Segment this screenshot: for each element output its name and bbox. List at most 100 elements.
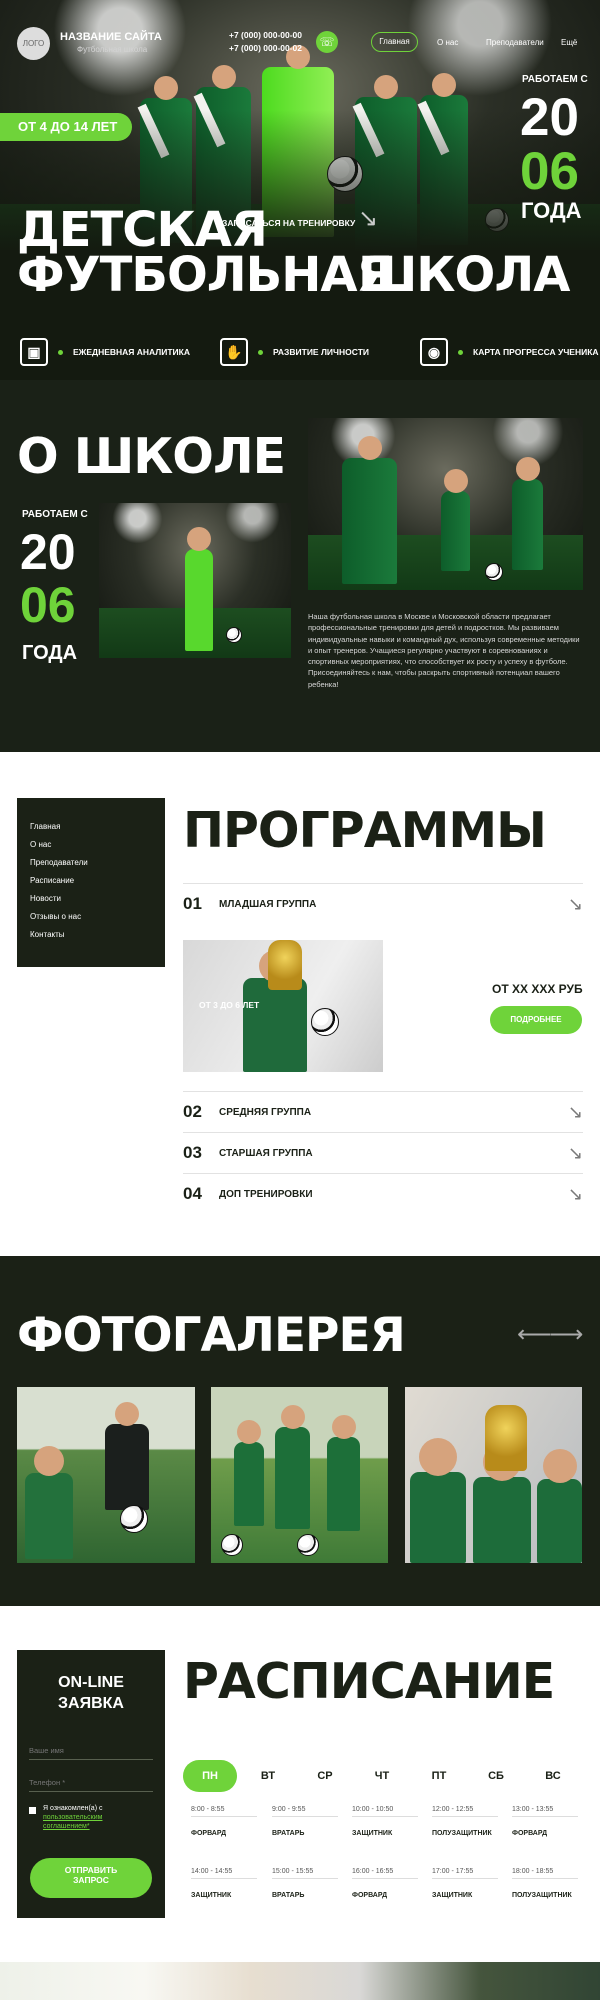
site-name: НАЗВАНИЕ САЙТА: [60, 31, 162, 43]
child-player: [234, 1420, 264, 1526]
terms-link-suffix[interactable]: соглашением*: [43, 1823, 90, 1830]
schedule-time: 18:00 - 18:55: [512, 1868, 578, 1879]
schedule-role: ВРАТАРЬ: [272, 1830, 305, 1837]
schedule-role: ФОРВАРД: [512, 1830, 548, 1837]
logo[interactable]: ЛОГО: [17, 27, 50, 60]
nav-home[interactable]: Главная: [371, 32, 418, 52]
feature-dot: [458, 349, 463, 355]
schedule-time: 17:00 - 17:55: [432, 1868, 498, 1879]
player: [441, 469, 470, 571]
program-row[interactable]: 02 СРЕДНЯЯ ГРУППА ↘: [183, 1091, 583, 1132]
gallery-photo-1[interactable]: [17, 1387, 195, 1563]
phone-icon[interactable]: ☏: [316, 31, 338, 53]
arrow-diagonal-icon[interactable]: ↘: [568, 1184, 583, 1205]
hero-section: ЛОГО НАЗВАНИЕ САЙТА Футбольная школа +7 …: [0, 0, 600, 380]
football: [226, 627, 242, 643]
years-word: ГОДА: [521, 198, 582, 223]
footer-image-strip: [0, 1962, 600, 2000]
program-row[interactable]: 04 ДОП ТРЕНИРОВКИ ↘: [183, 1173, 583, 1214]
player-head: [187, 527, 211, 551]
arrow-diagonal-icon[interactable]: ↘: [358, 204, 378, 233]
nav-about[interactable]: О нас: [437, 38, 458, 47]
schedule-time: 9:00 - 9:55: [272, 1806, 338, 1817]
player-head: [331, 1415, 356, 1439]
gallery-title: ФОТОГАЛЕРЕЯ: [17, 1308, 406, 1363]
gallery-photo-2[interactable]: [211, 1387, 388, 1563]
program-row[interactable]: 03 СТАРШАЯ ГРУППА ↘: [183, 1132, 583, 1173]
player-head: [374, 75, 398, 99]
more-button[interactable]: ПОДРОБНЕЕ: [490, 1006, 582, 1034]
goalkeeper-photo: [99, 503, 291, 658]
agree-checkbox[interactable]: [29, 1807, 36, 1814]
schedule-role: ФОРВАРД: [352, 1892, 388, 1899]
menu-teachers[interactable]: Преподаватели: [30, 854, 152, 872]
menu-contacts[interactable]: Контакты: [30, 926, 152, 944]
schedule-time: 14:00 - 14:55: [191, 1868, 257, 1879]
gallery-photo-3[interactable]: [405, 1387, 582, 1563]
phone-input[interactable]: [29, 1774, 153, 1792]
feature-analytics: ▣ ЕЖЕДНЕВНАЯ АНАЛИТИКА: [20, 338, 190, 366]
program-name: СРЕДНЯЯ ГРУППА: [219, 1106, 312, 1118]
terms-link[interactable]: пользовательским: [43, 1814, 102, 1821]
day-wed[interactable]: СР: [298, 1760, 352, 1792]
child-player: [25, 1446, 73, 1559]
day-sun[interactable]: ВС: [526, 1760, 580, 1792]
menu-reviews[interactable]: Отзывы о нас: [30, 908, 152, 926]
submit-button[interactable]: ОТПРАВИТЬ ЗАПРОС: [30, 1858, 152, 1898]
day-mon[interactable]: ПН: [183, 1760, 237, 1792]
side-menu: Главная О нас Преподаватели Расписание Н…: [17, 798, 165, 967]
coach-figure: [105, 1402, 149, 1510]
form-title-line-1: ON-LINE: [58, 1674, 124, 1691]
works-since-label: РАБОТАЕМ С: [522, 74, 588, 85]
hero-title-green: ФУТБОЛЬНАЯ: [17, 247, 393, 303]
program-name: МЛАДШАЯ ГРУППА: [219, 898, 317, 910]
arrow-diagonal-icon[interactable]: ↘: [568, 894, 583, 915]
player-head: [34, 1446, 64, 1476]
program-number: 02: [183, 1102, 202, 1121]
nav-teachers[interactable]: Преподаватели: [486, 38, 544, 47]
schedule-time: 15:00 - 15:55: [272, 1868, 338, 1879]
child-player: [243, 950, 307, 1072]
program-row[interactable]: 01 МЛАДШАЯ ГРУППА ↘: [183, 883, 583, 924]
arrow-diagonal-icon[interactable]: ↘: [568, 1102, 583, 1123]
feature-label: РАЗВИТИЕ ЛИЧНОСТИ: [273, 347, 369, 357]
player-head: [115, 1402, 139, 1426]
menu-home[interactable]: Главная: [30, 818, 152, 836]
nav-more[interactable]: Ещё: [561, 38, 577, 47]
arrow-diagonal-icon[interactable]: ↘: [568, 1143, 583, 1164]
schedule-role: ПОЛУЗАЩИТНИК: [512, 1892, 572, 1899]
about-years-word: ГОДА: [22, 642, 78, 664]
schedule-time: 13:00 - 13:55: [512, 1806, 578, 1817]
feature-label: КАРТА ПРОГРЕССА УЧЕНИКА: [473, 347, 599, 357]
arrow-left-icon[interactable]: ⟵: [517, 1320, 551, 1349]
player: [512, 457, 543, 570]
player-head: [357, 436, 382, 460]
schedule-time: 10:00 - 10:50: [352, 1806, 418, 1817]
chart-board-icon: ▣: [20, 338, 48, 366]
day-sat[interactable]: СБ: [469, 1760, 523, 1792]
schedule-title: РАСПИСАНИЕ: [183, 1653, 555, 1710]
child-player: [537, 1449, 582, 1563]
arrow-right-icon[interactable]: ⟶: [549, 1320, 583, 1349]
schedule-time: 8:00 - 8:55: [191, 1806, 257, 1817]
phone-1[interactable]: +7 (000) 000-00-00: [229, 30, 302, 40]
form-title-line-2: ЗАЯВКА: [58, 1695, 124, 1712]
menu-schedule[interactable]: Расписание: [30, 872, 152, 890]
age-badge: ОТ 4 ДО 14 ЛЕТ: [0, 113, 132, 141]
day-tue[interactable]: ВТ: [241, 1760, 295, 1792]
about-section: О ШКОЛЕ РАБОТАЕМ С 20 06 ГОДА Наша футбо…: [0, 380, 600, 752]
phone-2[interactable]: +7 (000) 000-00-02: [229, 43, 302, 53]
about-works-since: РАБОТАЕМ С: [22, 509, 88, 520]
day-thu[interactable]: ЧТ: [355, 1760, 409, 1792]
online-request-form: ON-LINE ЗАЯВКА Я ознакомлен(а) с пользов…: [17, 1650, 165, 1918]
football: [485, 563, 503, 581]
name-input[interactable]: [29, 1742, 153, 1760]
trophy-icon: [268, 940, 302, 990]
menu-about[interactable]: О нас: [30, 836, 152, 854]
player-head: [211, 65, 236, 89]
menu-news[interactable]: Новости: [30, 890, 152, 908]
schedule-time: 16:00 - 16:55: [352, 1868, 418, 1879]
day-fri[interactable]: ПТ: [412, 1760, 466, 1792]
program-name: ДОП ТРЕНИРОВКИ: [219, 1188, 313, 1200]
football: [311, 1008, 339, 1036]
